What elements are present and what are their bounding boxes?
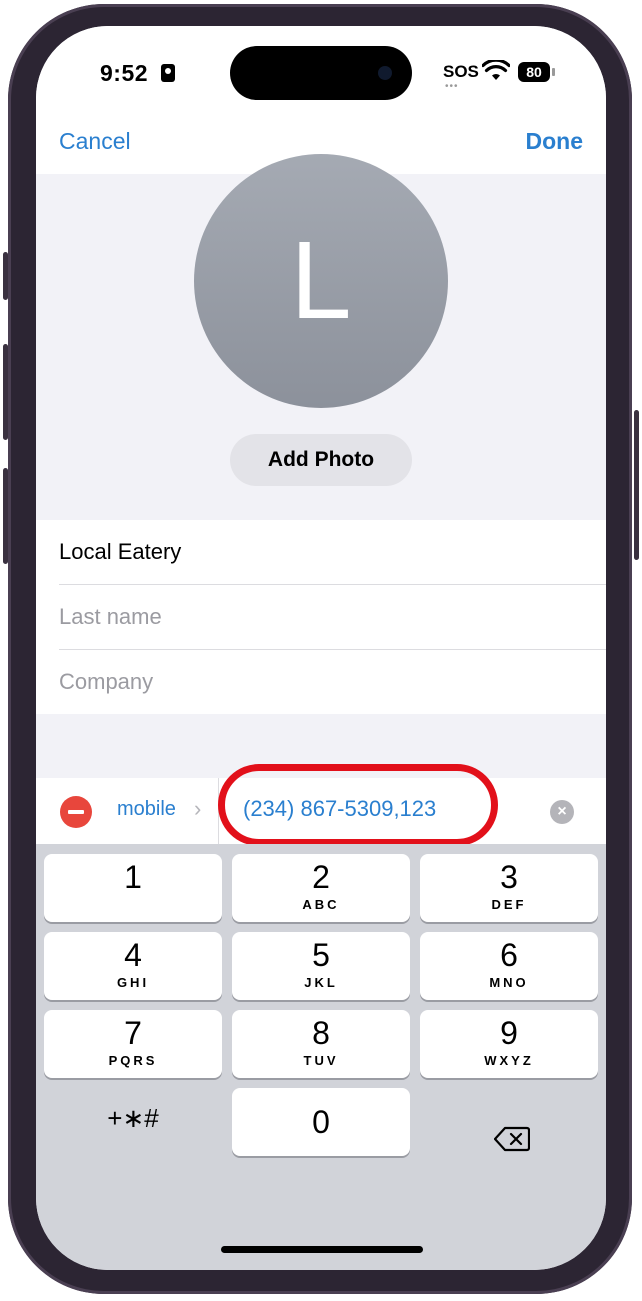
key-letters: PQRS — [108, 1053, 158, 1068]
symbols-key[interactable]: +∗# — [44, 1088, 222, 1156]
add-photo-button[interactable]: Add Photo — [230, 434, 412, 486]
backspace-icon[interactable] — [494, 1126, 530, 1152]
key-digit: 3 — [500, 859, 518, 895]
dynamic-island — [230, 46, 412, 100]
photo-section: L Add Photo — [36, 154, 606, 520]
battery-icon: 80 — [518, 62, 550, 82]
key-2[interactable]: 2 ABC — [232, 854, 410, 922]
key-digit: 8 — [312, 1015, 330, 1051]
first-name-field[interactable]: Local Eatery — [59, 520, 606, 585]
camera-icon — [378, 66, 392, 80]
key-6[interactable]: 6 MNO — [420, 932, 598, 1000]
company-field[interactable]: Company — [59, 650, 606, 714]
cancel-button[interactable]: Cancel — [59, 126, 131, 156]
side-button-left-1 — [3, 252, 8, 300]
status-bar: 9:52 SOS ••• 80 — [36, 26, 606, 126]
key-digit: 7 — [124, 1015, 142, 1051]
key-letters: ABC — [302, 897, 340, 912]
phone-label-mobile[interactable]: mobile — [117, 798, 176, 821]
wifi-icon — [482, 60, 510, 80]
key-letters: WXYZ — [484, 1053, 534, 1068]
battery-level: 80 — [526, 64, 542, 80]
done-button[interactable]: Done — [526, 126, 584, 156]
key-digit: 1 — [124, 859, 142, 895]
key-0[interactable]: 0 — [232, 1088, 410, 1156]
contact-card-icon — [161, 64, 175, 82]
key-9[interactable]: 9 WXYZ — [420, 1010, 598, 1078]
sos-label: SOS — [443, 62, 479, 81]
side-button-right — [634, 410, 639, 560]
key-letters: MNO — [489, 975, 529, 990]
last-name-field[interactable]: Last name — [59, 585, 606, 650]
key-digit: 9 — [500, 1015, 518, 1051]
key-8[interactable]: 8 TUV — [232, 1010, 410, 1078]
home-indicator[interactable] — [221, 1246, 423, 1253]
key-4[interactable]: 4 GHI — [44, 932, 222, 1000]
key-3[interactable]: 3 DEF — [420, 854, 598, 922]
highlight-ring — [218, 764, 498, 846]
remove-phone-button[interactable] — [60, 796, 92, 828]
key-letters: DEF — [491, 897, 527, 912]
name-fields: Local Eatery Last name Company — [36, 520, 606, 714]
status-time: 9:52 — [100, 60, 149, 86]
key-digit: 6 — [500, 937, 518, 973]
key-digit: 0 — [312, 1104, 330, 1140]
key-7[interactable]: 7 PQRS — [44, 1010, 222, 1078]
avatar[interactable]: L — [194, 154, 448, 408]
key-letters: TUV — [303, 1053, 339, 1068]
signal-dots: ••• — [445, 81, 459, 92]
key-digit: 2 — [312, 859, 330, 895]
side-button-left-2 — [3, 344, 8, 440]
side-button-left-3 — [3, 468, 8, 564]
phone-keypad: 1 2 ABC 3 DEF 4 GHI 5 JKL 6 MNO 7 PQRS 8 — [36, 844, 606, 1270]
avatar-initial: L — [290, 219, 352, 342]
key-letters: GHI — [116, 975, 150, 990]
phone-row: mobile › (234) 867-5309,123 × — [36, 764, 606, 846]
key-letters: JKL — [304, 975, 338, 990]
key-digit: 4 — [124, 937, 142, 973]
key-5[interactable]: 5 JKL — [232, 932, 410, 1000]
battery-tip — [552, 68, 555, 76]
chevron-right-icon: › — [194, 796, 202, 821]
key-digit: 5 — [312, 937, 330, 973]
screen: 9:52 SOS ••• 80 Cancel Done L Add Photo … — [36, 26, 606, 1270]
clear-text-icon[interactable]: × — [550, 800, 574, 824]
key-1[interactable]: 1 — [44, 854, 222, 922]
